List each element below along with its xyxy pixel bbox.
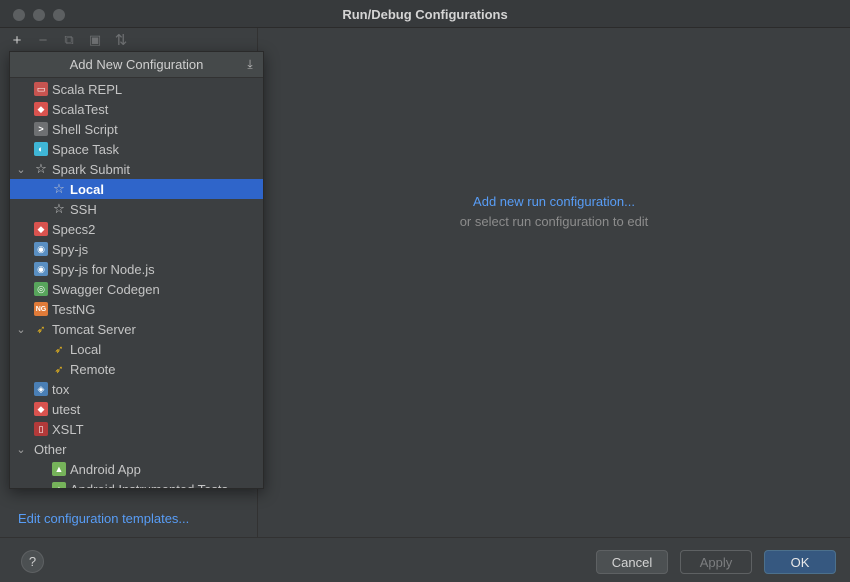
tree-group[interactable]: ⌄ ➶ Tomcat Server (10, 319, 263, 339)
tree-item[interactable]: ◆ Specs2 (10, 219, 263, 239)
tree-item[interactable]: ▲ Android Instrumented Tests (10, 479, 263, 489)
tree-item[interactable]: ◐ Space Task (10, 139, 263, 159)
apply-button[interactable]: Apply (680, 550, 752, 574)
tree-item[interactable]: ◉ Spy-js (10, 239, 263, 259)
tree-item-label: Android App (70, 461, 141, 477)
tree-item[interactable]: ☆ Local (10, 179, 263, 199)
tree-item-label: Specs2 (52, 221, 96, 237)
spark-icon: ☆ (35, 161, 47, 176)
tree-item-label: Local (70, 181, 104, 197)
cancel-button[interactable]: Cancel (596, 550, 668, 574)
tree-item-label: tox (52, 381, 70, 397)
tree-item[interactable]: ◆ ScalaTest (10, 99, 263, 119)
tree-item-label: Spy-js (52, 241, 89, 257)
title-bar: Run/Debug Configurations (0, 0, 850, 28)
tree-item[interactable]: ▯ XSLT (10, 419, 263, 439)
tree-item-label: Android Instrumented Tests (70, 481, 229, 489)
tree-item-label: XSLT (52, 421, 84, 437)
scalatest-icon: ◆ (34, 102, 48, 116)
tree-item-label: Spy-js for Node.js (52, 261, 155, 277)
tree-item-label: Tomcat Server (52, 321, 136, 337)
space-task-icon: ◐ (34, 142, 48, 156)
xslt-icon: ▯ (34, 422, 48, 436)
tree-item[interactable]: ➶ Remote (10, 359, 263, 379)
tree-group[interactable]: ⌄ ☆ Spark Submit (10, 159, 263, 179)
spy-js-node-icon: ◉ (34, 262, 48, 276)
tree-item-label: TestNG (52, 301, 96, 317)
remove-icon[interactable]: − (34, 31, 52, 49)
folder-icon[interactable]: ▣ (86, 31, 104, 49)
chevron-down-icon[interactable]: ⌄ (16, 439, 26, 459)
tree-item-label: Remote (70, 361, 116, 377)
tree-item[interactable]: ➶ Local (10, 339, 263, 359)
tree-item[interactable]: ◆ utest (10, 399, 263, 419)
android-icon: ▲ (52, 462, 66, 476)
tomcat-icon: ➶ (36, 323, 46, 336)
tree-item-label: utest (52, 401, 81, 417)
add-new-configuration-link[interactable]: Add new run configuration... (258, 194, 850, 209)
window-title: Run/Debug Configurations (342, 7, 508, 22)
spy-js-icon: ◉ (34, 242, 48, 256)
dialog-footer: ? Cancel Apply OK (0, 537, 850, 582)
tree-item[interactable]: ▲ Android App (10, 459, 263, 479)
popup-header: Add New Configuration ⤓ (10, 52, 263, 78)
tree-item[interactable]: ◈ tox (10, 379, 263, 399)
tree-item-label: Local (70, 341, 102, 357)
swagger-icon: ◎ (34, 282, 48, 296)
help-button[interactable]: ? (21, 550, 44, 573)
spark-ssh-icon: ☆ (53, 201, 65, 216)
collapse-icon[interactable]: ⤓ (243, 56, 257, 72)
copy-icon[interactable]: ⧉ (60, 31, 78, 49)
tree-item[interactable]: ☆ SSH (10, 199, 263, 219)
add-new-configuration-popup: Add New Configuration ⤓ ▭ Scala REPL ◆ Scal… (9, 51, 264, 489)
tree-item[interactable]: ▭ Scala REPL (10, 79, 263, 99)
configuration-type-list: ▭ Scala REPL ◆ ScalaTest > Shell Script ◐ Space… (10, 79, 263, 489)
tree-item-label: Space Task (52, 141, 119, 157)
chevron-down-icon[interactable]: ⌄ (16, 159, 26, 179)
spark-local-icon: ☆ (53, 181, 65, 196)
tree-item-label: SSH (70, 201, 97, 217)
shell-script-icon: > (34, 122, 48, 136)
python-icon: ◈ (34, 382, 48, 396)
add-icon[interactable]: + (8, 31, 26, 49)
scala-repl-icon: ▭ (34, 82, 48, 96)
ok-button[interactable]: OK (764, 550, 836, 574)
tree-item-label: Shell Script (52, 121, 118, 137)
utest-icon: ◆ (34, 402, 48, 416)
popup-title: Add New Configuration (69, 57, 204, 72)
tree-item[interactable]: NG TestNG (10, 299, 263, 319)
tree-item[interactable]: > Shell Script (10, 119, 263, 139)
tree-item[interactable]: ◎ Swagger Codegen (10, 279, 263, 299)
tree-item-label: Spark Submit (52, 161, 131, 177)
sort-icon[interactable]: ⇅ (112, 31, 130, 49)
configuration-editor-pane: Add new run configuration... or select r… (258, 28, 850, 537)
testng-icon: NG (34, 302, 48, 316)
tree-item-label: Swagger Codegen (52, 281, 160, 297)
tree-item-label: Other (34, 441, 67, 457)
tree-item-label: Scala REPL (52, 81, 123, 97)
tomcat-local-icon: ➶ (54, 343, 64, 356)
chevron-down-icon[interactable]: ⌄ (16, 319, 26, 339)
tree-group[interactable]: ⌄ Other (10, 439, 263, 459)
empty-state-hint: or select run configuration to edit (459, 214, 649, 229)
tomcat-remote-icon: ➶ (54, 363, 64, 376)
edit-templates-link[interactable]: Edit configuration templates... (18, 511, 189, 526)
android-test-icon: ▲ (52, 482, 66, 488)
config-toolbar: + − ⧉ ▣ ⇅ (8, 30, 130, 50)
tree-item-label: ScalaTest (52, 101, 109, 117)
specs2-icon: ◆ (34, 222, 48, 236)
tree-item[interactable]: ◉ Spy-js for Node.js (10, 259, 263, 279)
